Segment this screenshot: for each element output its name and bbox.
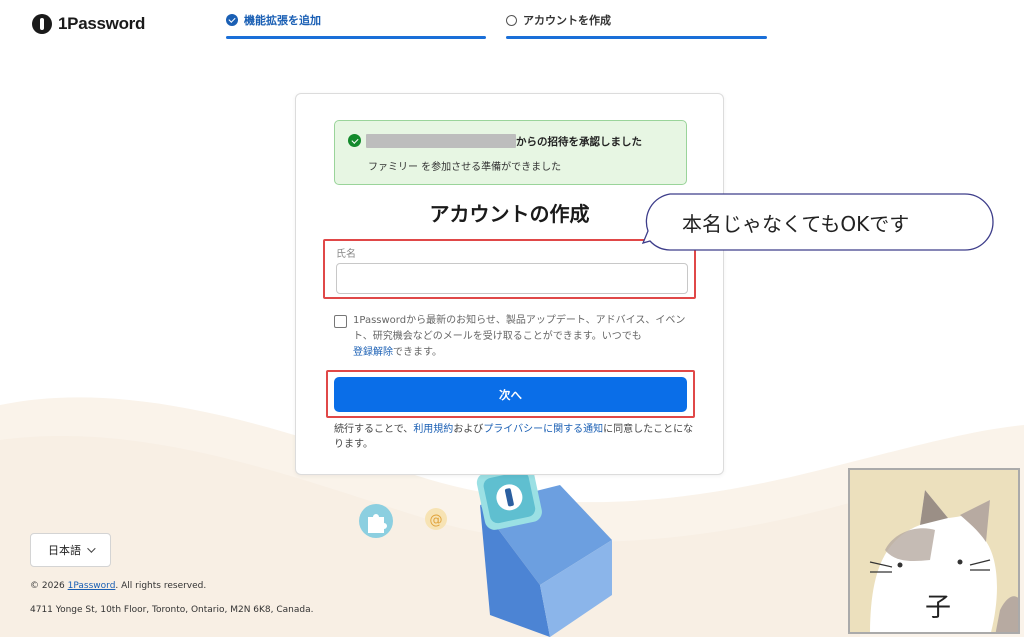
step-label: アカウントを作成 [523, 14, 611, 27]
step-progress-bar [226, 36, 486, 39]
next-button[interactable]: 次へ [334, 377, 687, 412]
success-check-icon [348, 134, 361, 147]
company-address: 4711 Yonge St, 10th Floor, Toronto, Onta… [30, 605, 314, 615]
copyright: © 2026 1Password. All rights reserved. [30, 581, 207, 591]
brand-name: 1Password [58, 14, 146, 33]
svg-text:@: @ [430, 513, 443, 528]
name-field-highlight: 氏名 [323, 239, 696, 299]
checkbox-icon[interactable] [334, 315, 347, 328]
brand-link[interactable]: 1Password [68, 581, 116, 591]
unsubscribe-link[interactable]: 登録解除 [353, 347, 393, 358]
inset-label: 子 [915, 582, 961, 628]
terms-of-service-link[interactable]: 利用規約 [413, 424, 453, 435]
signup-card: からの招待を承認しました ファミリー を参加させる準備ができました アカウントの… [295, 93, 724, 475]
invite-accepted-notice: からの招待を承認しました ファミリー を参加させる準備ができました [334, 120, 687, 185]
callout-text: 本名じゃなくてもOKです [682, 212, 910, 236]
step-add-extension: 機能拡張を追加 [226, 12, 486, 40]
privacy-notice-link[interactable]: プライバシーに関する通知 [483, 424, 603, 435]
language-select[interactable]: 日本語 [30, 533, 111, 567]
step-progress-bar [506, 36, 767, 39]
empty-circle-icon [506, 14, 517, 26]
terms-text: 続行することで、利用規約およびプライバシーに関する通知に同意したことになります。 [334, 424, 694, 450]
check-circle-icon [226, 14, 238, 26]
step-create-account: アカウントを作成 [506, 12, 767, 40]
chevron-down-icon [87, 544, 96, 553]
next-button-highlight: 次へ [326, 370, 695, 418]
logo-icon [32, 14, 52, 34]
language-label: 日本語 [48, 544, 81, 557]
cat-mascot-inset: 子 [848, 468, 1020, 634]
decorative-illustration: @ [359, 465, 612, 637]
step-label: 機能拡張を追加 [244, 14, 321, 27]
name-input[interactable] [336, 263, 688, 294]
name-field-label: 氏名 [336, 249, 356, 260]
redacted-inviter-name [366, 134, 516, 148]
invite-subtext: ファミリー を参加させる準備ができました [368, 162, 562, 173]
optin-text: 1Passwordから最新のお知らせ、製品アップデート、アドバイス、イベント、研… [353, 315, 686, 358]
brand-logo[interactable]: 1Password [32, 14, 145, 34]
invite-text: からの招待を承認しました [516, 136, 642, 148]
callout-bubble: 本名じゃなくてもOKです [642, 193, 994, 251]
